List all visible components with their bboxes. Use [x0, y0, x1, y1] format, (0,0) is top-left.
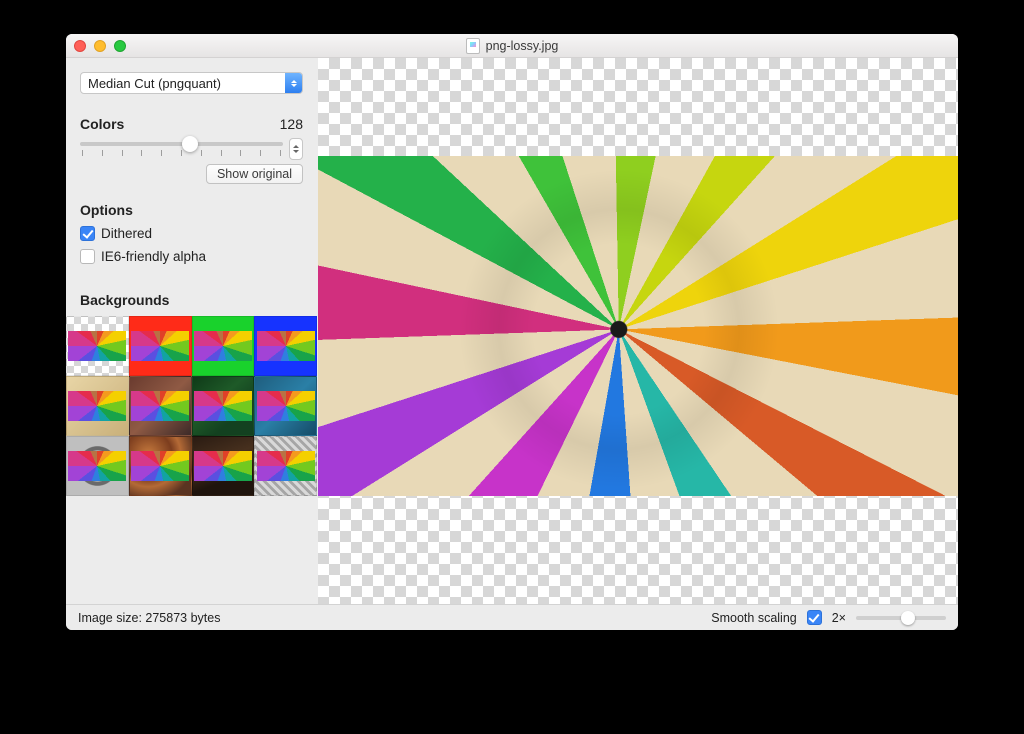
titlebar[interactable]: png-lossy.jpg: [66, 34, 958, 58]
colors-slider-area: [80, 138, 303, 162]
colors-label: Colors: [80, 116, 124, 132]
background-swatch[interactable]: [192, 316, 255, 376]
ie6-alpha-checkbox[interactable]: [80, 249, 95, 264]
zoom-slider-thumb[interactable]: [901, 611, 915, 625]
background-swatch[interactable]: [192, 436, 255, 496]
background-swatch[interactable]: [254, 376, 317, 436]
statusbar: Image size: 275873 bytes Smooth scaling …: [66, 604, 958, 630]
image-size-value: 275873 bytes: [145, 611, 220, 625]
zoom-slider[interactable]: [856, 611, 946, 625]
backgrounds-grid: [66, 316, 317, 496]
zoom-window-button[interactable]: [114, 40, 126, 52]
minimize-window-button[interactable]: [94, 40, 106, 52]
preview-pane[interactable]: [318, 58, 958, 604]
algorithm-dropdown-value: Median Cut (pngquant): [88, 76, 221, 91]
zoom-value: 2×: [832, 611, 846, 625]
background-swatch[interactable]: [129, 316, 192, 376]
ie6-alpha-label: IE6-friendly alpha: [101, 249, 206, 264]
window-title: png-lossy.jpg: [66, 38, 958, 54]
dithered-checkbox[interactable]: [80, 226, 95, 241]
colors-stepper[interactable]: [289, 138, 303, 160]
colors-value: 128: [280, 116, 303, 132]
smooth-scaling-label: Smooth scaling: [711, 611, 796, 625]
smooth-scaling-checkbox[interactable]: [807, 610, 822, 625]
show-original-button[interactable]: Show original: [206, 164, 303, 184]
dithered-row[interactable]: Dithered: [80, 226, 303, 241]
image-size-readout: Image size: 275873 bytes: [78, 611, 220, 625]
background-swatch[interactable]: [66, 436, 129, 496]
ie6-alpha-row[interactable]: IE6-friendly alpha: [80, 249, 303, 264]
app-window: png-lossy.jpg Median Cut (pngquant) Colo…: [66, 34, 958, 630]
file-icon: [466, 38, 480, 54]
background-swatch[interactable]: [254, 436, 317, 496]
background-swatch[interactable]: [129, 376, 192, 436]
dithered-label: Dithered: [101, 226, 152, 241]
background-swatch[interactable]: [66, 376, 129, 436]
background-swatch[interactable]: [254, 316, 317, 376]
background-swatch[interactable]: [66, 316, 129, 376]
backgrounds-title: Backgrounds: [80, 292, 303, 308]
sidebar: Median Cut (pngquant) Colors 128 Show or…: [66, 58, 318, 604]
window-title-text: png-lossy.jpg: [486, 39, 559, 53]
dropdown-arrows-icon: [285, 73, 302, 93]
traffic-lights: [74, 40, 126, 52]
options-title: Options: [80, 202, 303, 218]
content-area: Median Cut (pngquant) Colors 128 Show or…: [66, 58, 958, 604]
colors-slider[interactable]: [80, 138, 283, 162]
image-size-label: Image size:: [78, 611, 142, 625]
colors-row: Colors 128: [80, 116, 303, 132]
algorithm-dropdown[interactable]: Median Cut (pngquant): [80, 72, 303, 94]
close-window-button[interactable]: [74, 40, 86, 52]
preview-image: [318, 156, 958, 496]
background-swatch[interactable]: [192, 376, 255, 436]
background-swatch[interactable]: [129, 436, 192, 496]
